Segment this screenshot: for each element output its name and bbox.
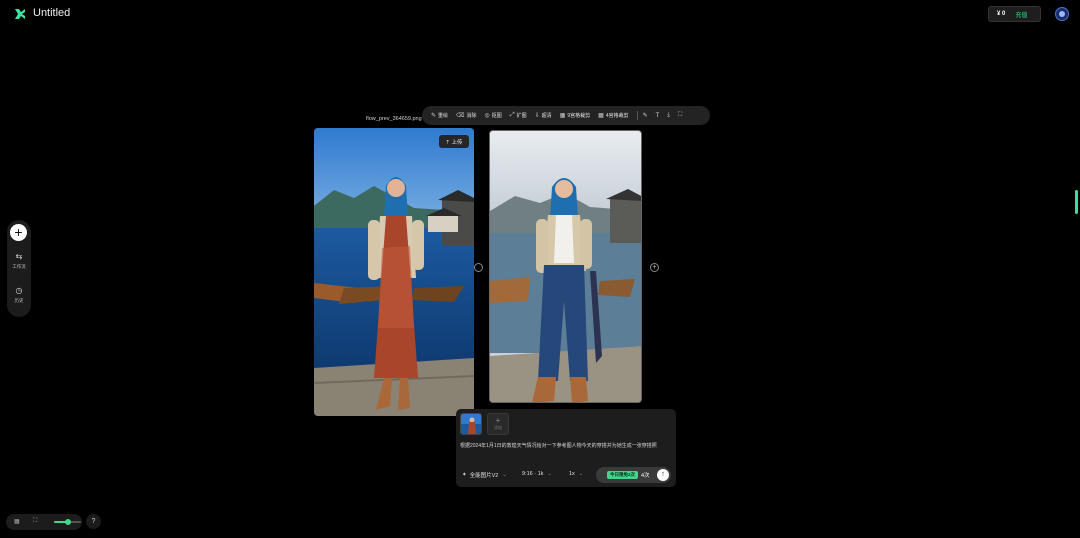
chevron-down-icon: ⌄: [547, 471, 552, 477]
sparkle-icon: ✦: [462, 472, 467, 478]
image-filename: flow_prev_364659.png: [366, 116, 422, 122]
generate-button[interactable]: ↑: [657, 469, 669, 481]
source-image-frame[interactable]: [314, 128, 474, 416]
zoom-slider[interactable]: [54, 519, 81, 525]
left-rail: + ⇆ 工作流 ◷ 历史: [7, 220, 31, 317]
toolbar-erase-button[interactable]: ⌫ 消除: [456, 112, 477, 119]
zoom-bar: ▦ ⛶: [6, 514, 82, 530]
chevron-down-icon: ⌄: [578, 471, 584, 477]
upload-button[interactable]: ⇡ 上传: [439, 135, 469, 148]
add-node-button[interactable]: +: [10, 224, 27, 241]
ratio-select-value: 9:16 · 1k: [522, 471, 544, 477]
free-quota-badge: 今日限免2次: [607, 471, 639, 479]
prompt-input[interactable]: 根据2024年1月1日的敦煌天气情况给对一下参考图人物今天的穿搭并为她生成一张穿…: [460, 442, 672, 449]
scroll-indicator[interactable]: [1075, 190, 1078, 214]
toolbar-redraw-button[interactable]: ✎ 重绘: [431, 112, 448, 119]
recharge-link[interactable]: 充值: [1015, 10, 1027, 19]
workflow-label[interactable]: 工作流: [7, 264, 31, 270]
model-select[interactable]: ✦ 全能图片V2 ⌄: [462, 471, 507, 479]
text-icon[interactable]: T: [656, 113, 660, 119]
remaining-count: 4次: [641, 473, 650, 479]
history-icon[interactable]: ◷: [14, 286, 24, 296]
toolbar-grid9-button[interactable]: ▦ 9宫格裁剪: [560, 112, 590, 119]
reference-thumbnail[interactable]: [460, 413, 482, 435]
fit-screen-icon[interactable]: ⛶: [33, 518, 37, 525]
plus-icon: +: [495, 416, 501, 425]
toolbar-grid4-button[interactable]: ▦ 4宫格裁剪: [598, 112, 628, 119]
generate-group: 今日限免2次 4次 ↑: [596, 467, 671, 483]
credits-box[interactable]: ¥ 0 充值: [988, 6, 1041, 22]
credits-value: ¥ 0: [997, 11, 1006, 17]
node-connector[interactable]: [474, 263, 483, 272]
result-image: [490, 131, 641, 402]
add-next-node-button[interactable]: +: [650, 263, 659, 272]
history-label[interactable]: 历史: [7, 298, 31, 304]
workflow-icon[interactable]: ⇆: [14, 252, 24, 262]
image-toolbar: ✎ 重绘 ⌫ 消除 ◎ 抠图 ⤢ 扩图 ⇩ 超清 ▦ 9宫格裁剪 ▦ 4宫格裁剪 ✎ T ⤓ …: [422, 106, 710, 125]
download-icon[interactable]: ⤓: [667, 112, 670, 119]
model-select-value: 全能图片V2: [469, 473, 499, 479]
toolbar-divider: [636, 111, 638, 120]
chevron-down-icon: ⌄: [502, 472, 507, 478]
document-title[interactable]: Untitled: [33, 7, 70, 19]
ratio-select[interactable]: 9:16 · 1k ⌄: [522, 471, 552, 477]
count-select-value: 1x: [569, 471, 575, 477]
toolbar-upscale-button[interactable]: ⇩ 超清: [535, 112, 552, 119]
add-reference-button[interactable]: + 添加: [487, 413, 509, 435]
toolbar-cutout-button[interactable]: ◎ 抠图: [485, 112, 502, 119]
zoom-slider-handle[interactable]: [64, 519, 71, 525]
generation-controls: ✦ 全能图片V2 ⌄ 9:16 · 1k ⌄ 1x ⌄ 今日限免2次 4次 ↑: [456, 467, 676, 483]
grid-icon[interactable]: ▦: [14, 518, 20, 525]
toolbar-expand-button[interactable]: ⤢ 扩图: [510, 112, 527, 119]
app-logo-icon[interactable]: [14, 8, 26, 20]
user-avatar[interactable]: [1055, 7, 1069, 21]
result-image-frame[interactable]: [489, 130, 642, 403]
prompt-panel: + 添加 根据2024年1月1日的敦煌天气情况给对一下参考图人物今天的穿搭并为她…: [456, 409, 676, 487]
source-image: [314, 128, 474, 416]
fullscreen-icon[interactable]: ⛶: [678, 112, 682, 119]
help-icon[interactable]: ?: [86, 514, 101, 529]
add-reference-label: 添加: [494, 425, 502, 430]
pencil-icon[interactable]: ✎: [643, 112, 648, 119]
count-select[interactable]: 1x ⌄: [569, 471, 583, 477]
